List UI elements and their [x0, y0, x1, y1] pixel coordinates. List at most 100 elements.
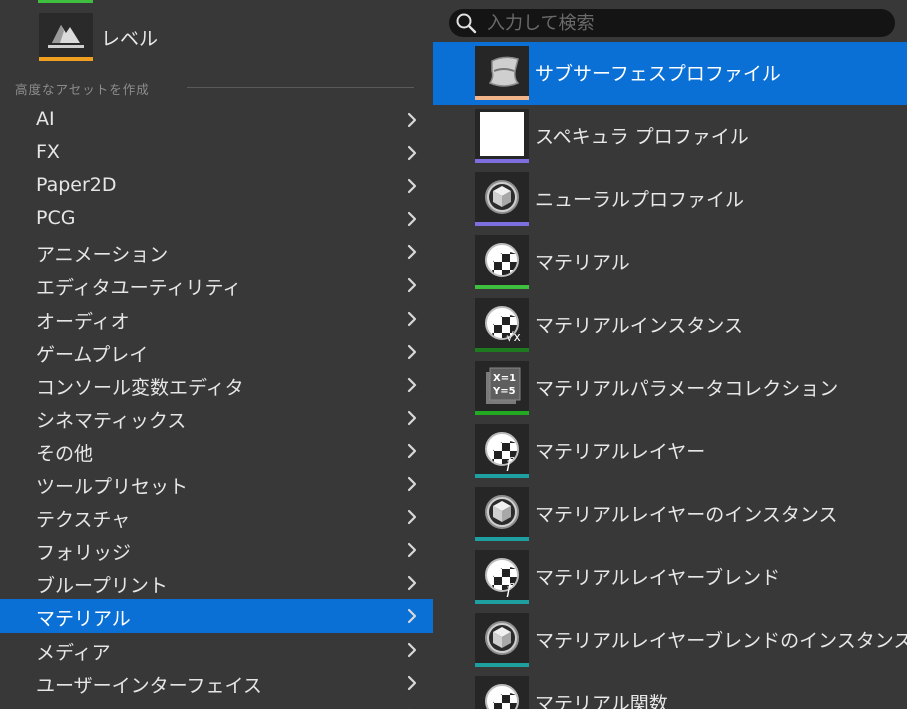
asset-item[interactable]: X=1 Y=5 マテリアルパラメータコレクション — [433, 357, 907, 420]
category-item[interactable]: テクスチャ — [0, 500, 433, 533]
neural-profile-icon — [485, 180, 519, 214]
asset-label: マテリアル — [535, 252, 630, 274]
asset-label: マテリアルレイヤー — [535, 441, 706, 463]
asset-label: マテリアルレイヤーブレンド — [535, 567, 781, 589]
chevron-right-icon — [407, 212, 417, 227]
asset-thumbnail — [475, 172, 529, 226]
category-label: ワールド — [36, 704, 112, 709]
search-box[interactable] — [449, 9, 895, 37]
asset-label: サブサーフェスプロファイル — [535, 63, 781, 85]
chevron-right-icon — [407, 145, 417, 161]
material-layer-blend-instance-icon — [485, 621, 519, 655]
category-label: AI — [36, 108, 55, 130]
material-icon — [485, 243, 519, 282]
category-label: FX — [36, 141, 60, 164]
category-item[interactable]: ワールド — [0, 699, 433, 709]
asset-thumbnail — [475, 46, 529, 100]
category-label: その他 — [36, 442, 94, 465]
asset-item[interactable]: マテリアルレイヤーブレンドのインスタンス — [433, 609, 907, 672]
chevron-right-icon — [407, 278, 417, 293]
asset-color-bar — [475, 222, 529, 226]
category-label: アニメーション — [36, 244, 169, 267]
asset-label: マテリアルインスタンス — [535, 315, 744, 337]
asset-item[interactable]: f マテリアルレイヤー — [433, 420, 907, 483]
material-layer-blend-icon: f — [485, 558, 519, 597]
material-layer-instance-icon — [485, 495, 519, 529]
asset-thumbnail — [475, 109, 529, 163]
parameter-collection-icon: X=1Y=5 — [486, 367, 521, 404]
chevron-right-icon — [407, 675, 417, 690]
search-input[interactable] — [487, 9, 887, 37]
category-item[interactable]: ツールプリセット — [0, 467, 433, 500]
category-item[interactable]: フォリッジ — [0, 533, 433, 566]
asset-color-bar — [475, 159, 529, 163]
asset-item[interactable]: √x マテリアルインスタンス — [433, 294, 907, 357]
category-item[interactable]: ブループリント — [0, 566, 433, 599]
material-layer-icon: f — [485, 432, 519, 471]
category-label: マテリアル — [36, 608, 131, 631]
category-label: テクスチャ — [36, 509, 131, 532]
category-item[interactable]: FX — [0, 136, 433, 169]
asset-thumbnail: f — [475, 424, 529, 478]
category-item[interactable]: ユーザーインターフェイス — [0, 666, 433, 699]
category-item[interactable]: その他 — [0, 434, 433, 467]
section-header: 高度なアセットを作成 — [15, 82, 150, 97]
svg-text:√x: √x — [506, 330, 521, 344]
subsurface-profile-icon — [488, 56, 520, 87]
asset-color-bar — [475, 285, 529, 289]
svg-text:Y=5: Y=5 — [492, 386, 516, 397]
asset-color-bar — [475, 411, 529, 415]
category-item[interactable]: アニメーション — [0, 235, 433, 268]
category-item[interactable]: ゲームプレイ — [0, 335, 433, 368]
level-item[interactable]: レベル — [0, 10, 433, 66]
asset-thumbnail: X=1 Y=5 — [475, 361, 529, 415]
category-item[interactable]: コンソール変数エディタ — [0, 368, 433, 401]
chevron-right-icon — [407, 510, 417, 525]
category-label: PCG — [36, 207, 76, 230]
chevron-right-icon — [407, 344, 417, 359]
asset-label: マテリアル関数 — [535, 693, 668, 709]
category-item[interactable]: エディタユーティリティ — [0, 268, 433, 301]
category-item[interactable]: オーディオ — [0, 302, 433, 335]
chevron-right-icon — [407, 476, 417, 492]
asset-item[interactable]: マテリアル — [433, 231, 907, 294]
asset-color-bar — [475, 537, 529, 541]
category-label: メディア — [36, 641, 111, 664]
category-item[interactable]: シネマティックス — [0, 401, 433, 434]
chevron-right-icon — [407, 377, 417, 392]
category-label: コンソール変数エディタ — [36, 376, 244, 399]
asset-item[interactable]: スペキュラ プロファイル — [433, 105, 907, 168]
chevron-right-icon — [407, 179, 417, 194]
asset-item[interactable]: f マテリアル関数 — [433, 672, 907, 709]
asset-thumbnail: f — [475, 550, 529, 604]
asset-thumbnail: f — [475, 676, 529, 709]
category-label: シネマティックス — [36, 409, 187, 432]
asset-label: マテリアルレイヤーブレンドのインスタンス — [535, 630, 907, 652]
category-item[interactable]: AI — [0, 103, 433, 136]
asset-label: マテリアルレイヤーのインスタンス — [535, 504, 838, 526]
chevron-right-icon — [407, 410, 417, 425]
asset-color-bar — [38, 0, 93, 3]
chevron-right-icon — [407, 576, 417, 591]
category-item[interactable]: Paper2D — [0, 169, 433, 202]
asset-thumbnail: √x — [475, 298, 529, 352]
category-label: オーディオ — [36, 310, 130, 333]
asset-item[interactable]: サブサーフェスプロファイル — [433, 42, 907, 105]
category-label: ゲームプレイ — [36, 343, 149, 366]
svg-text:X=1: X=1 — [493, 373, 516, 384]
asset-item[interactable]: ニューラルプロファイル — [433, 168, 907, 231]
section-divider — [187, 87, 414, 88]
chevron-right-icon — [407, 642, 417, 657]
chevron-right-icon — [407, 112, 417, 128]
asset-label: スペキュラ プロファイル — [535, 126, 749, 148]
category-item[interactable]: マテリアル — [0, 599, 433, 633]
asset-thumbnail — [475, 235, 529, 289]
category-item[interactable]: PCG — [0, 202, 433, 235]
category-label: ユーザーインターフェイス — [36, 674, 262, 697]
asset-item[interactable]: f マテリアルレイヤーブレンド — [433, 546, 907, 609]
material-instance-icon: √x — [485, 306, 521, 344]
category-label: エディタユーティリティ — [36, 277, 242, 300]
category-item[interactable]: メディア — [0, 633, 433, 666]
chevron-right-icon — [407, 543, 417, 558]
asset-item[interactable]: マテリアルレイヤーのインスタンス — [433, 483, 907, 546]
